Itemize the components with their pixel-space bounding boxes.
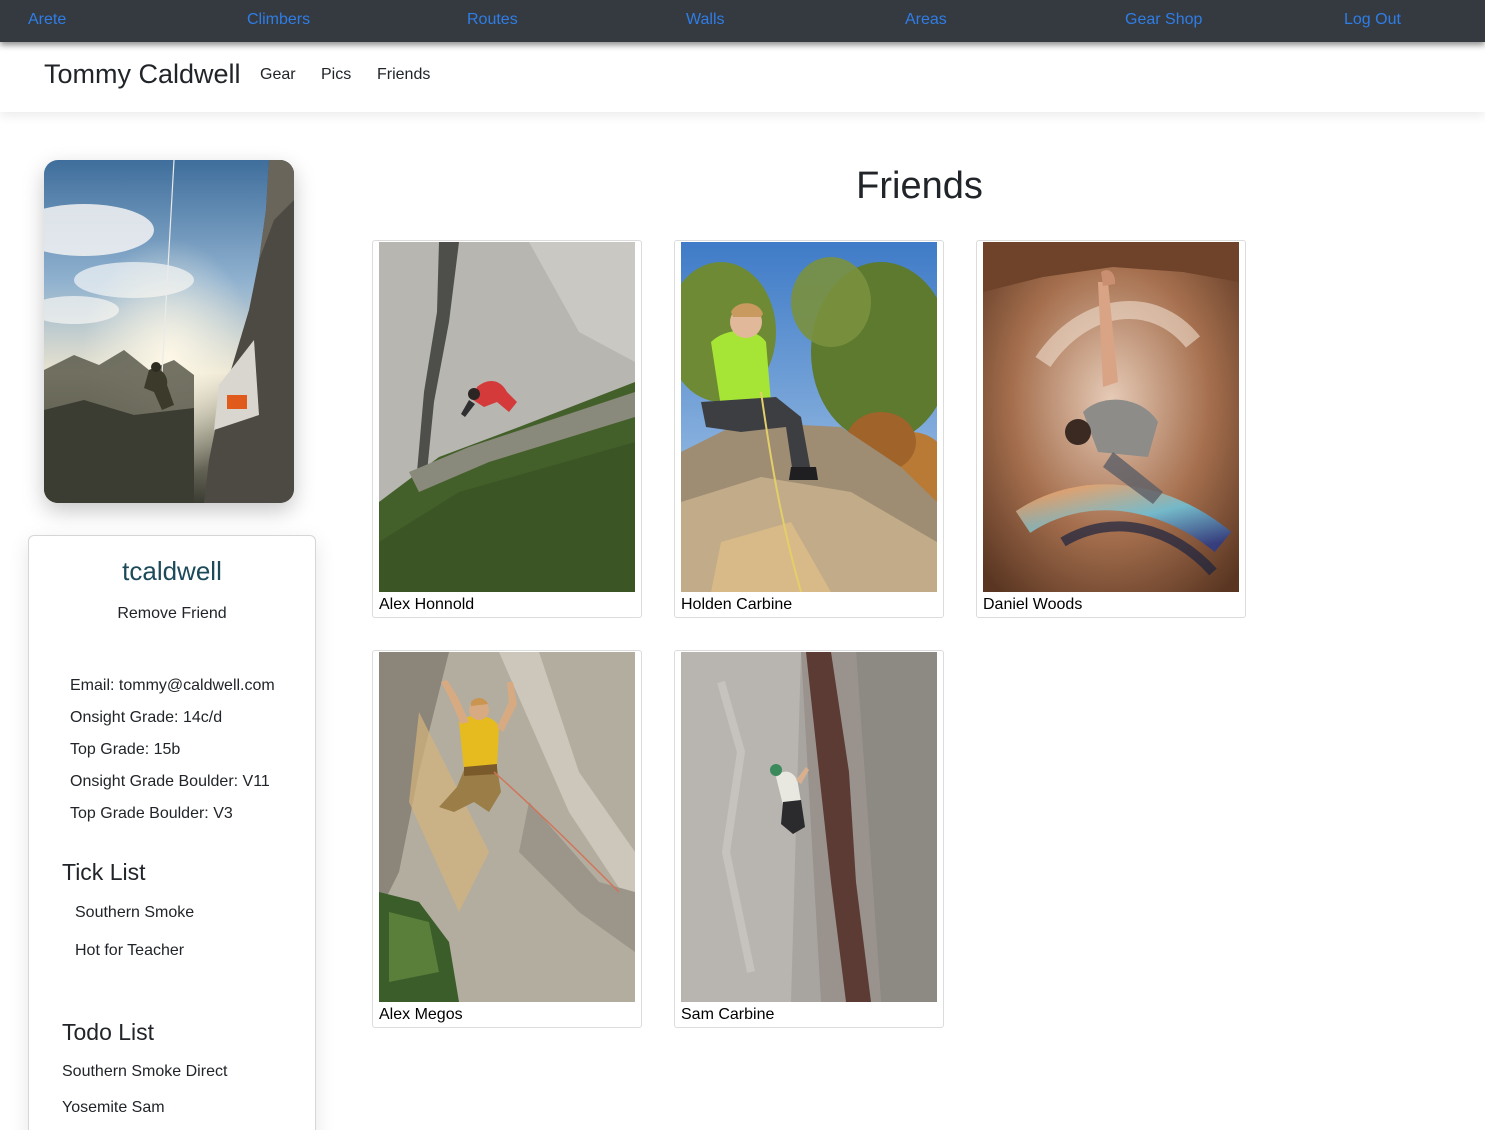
tab-friends[interactable]: Friends bbox=[377, 65, 430, 85]
profile-onsight-grade-boulder: Onsight Grade Boulder: V11 bbox=[70, 773, 270, 790]
profile-photo bbox=[44, 160, 294, 503]
tick-list-item: Hot for Teacher bbox=[75, 942, 185, 959]
friend-name: Alex Megos bbox=[379, 1006, 463, 1023]
nav-link-gear-shop[interactable]: Gear Shop bbox=[1125, 10, 1202, 30]
profile-top-grade-boulder: Top Grade Boulder: V3 bbox=[70, 805, 233, 822]
todo-list-item: Yosemite Sam bbox=[62, 1099, 165, 1116]
nav-link-walls[interactable]: Walls bbox=[686, 10, 725, 30]
friend-photo bbox=[379, 652, 635, 1002]
friend-name: Daniel Woods bbox=[983, 596, 1083, 613]
tab-gear[interactable]: Gear bbox=[260, 65, 296, 85]
friend-photo bbox=[983, 242, 1239, 592]
friend-photo bbox=[379, 242, 635, 592]
profile-email: Email: tommy@caldwell.com bbox=[70, 677, 275, 694]
friend-card[interactable]: Daniel Woods bbox=[976, 240, 1246, 618]
nav-link-areas[interactable]: Areas bbox=[905, 10, 947, 30]
friend-photo bbox=[681, 652, 937, 1002]
top-navbar: Arete Climbers Routes Walls Areas Gear S… bbox=[0, 0, 1485, 42]
friend-card[interactable]: Alex Honnold bbox=[372, 240, 642, 618]
friend-name: Holden Carbine bbox=[681, 596, 793, 613]
friends-title: Friends bbox=[856, 165, 983, 207]
profile-header: Tommy Caldwell Gear Pics Friends bbox=[0, 42, 1485, 112]
friend-name: Alex Honnold bbox=[379, 596, 475, 613]
friend-card[interactable]: Sam Carbine bbox=[674, 650, 944, 1028]
friend-card[interactable]: Holden Carbine bbox=[674, 240, 944, 618]
profile-name: Tommy Caldwell bbox=[44, 59, 241, 89]
friend-photo bbox=[681, 242, 937, 592]
nav-link-arete[interactable]: Arete bbox=[28, 10, 66, 30]
nav-link-log-out[interactable]: Log Out bbox=[1344, 10, 1401, 30]
profile-card: tcaldwell Remove Friend Email: tommy@cal… bbox=[28, 535, 316, 1130]
tab-pics[interactable]: Pics bbox=[321, 65, 351, 85]
friend-name: Sam Carbine bbox=[681, 1006, 775, 1023]
friend-card[interactable]: Alex Megos bbox=[372, 650, 642, 1028]
profile-username: tcaldwell bbox=[122, 556, 222, 586]
remove-friend-button[interactable]: Remove Friend bbox=[29, 604, 315, 624]
todo-list-title: Todo List bbox=[62, 1019, 155, 1045]
profile-top-grade: Top Grade: 15b bbox=[70, 741, 181, 758]
tick-list-item: Southern Smoke bbox=[75, 904, 195, 921]
nav-link-climbers[interactable]: Climbers bbox=[247, 10, 310, 30]
nav-link-routes[interactable]: Routes bbox=[467, 10, 518, 30]
tick-list-title: Tick List bbox=[62, 859, 146, 885]
profile-onsight-grade: Onsight Grade: 14c/d bbox=[70, 709, 223, 726]
todo-list-item: Southern Smoke Direct bbox=[62, 1063, 228, 1080]
